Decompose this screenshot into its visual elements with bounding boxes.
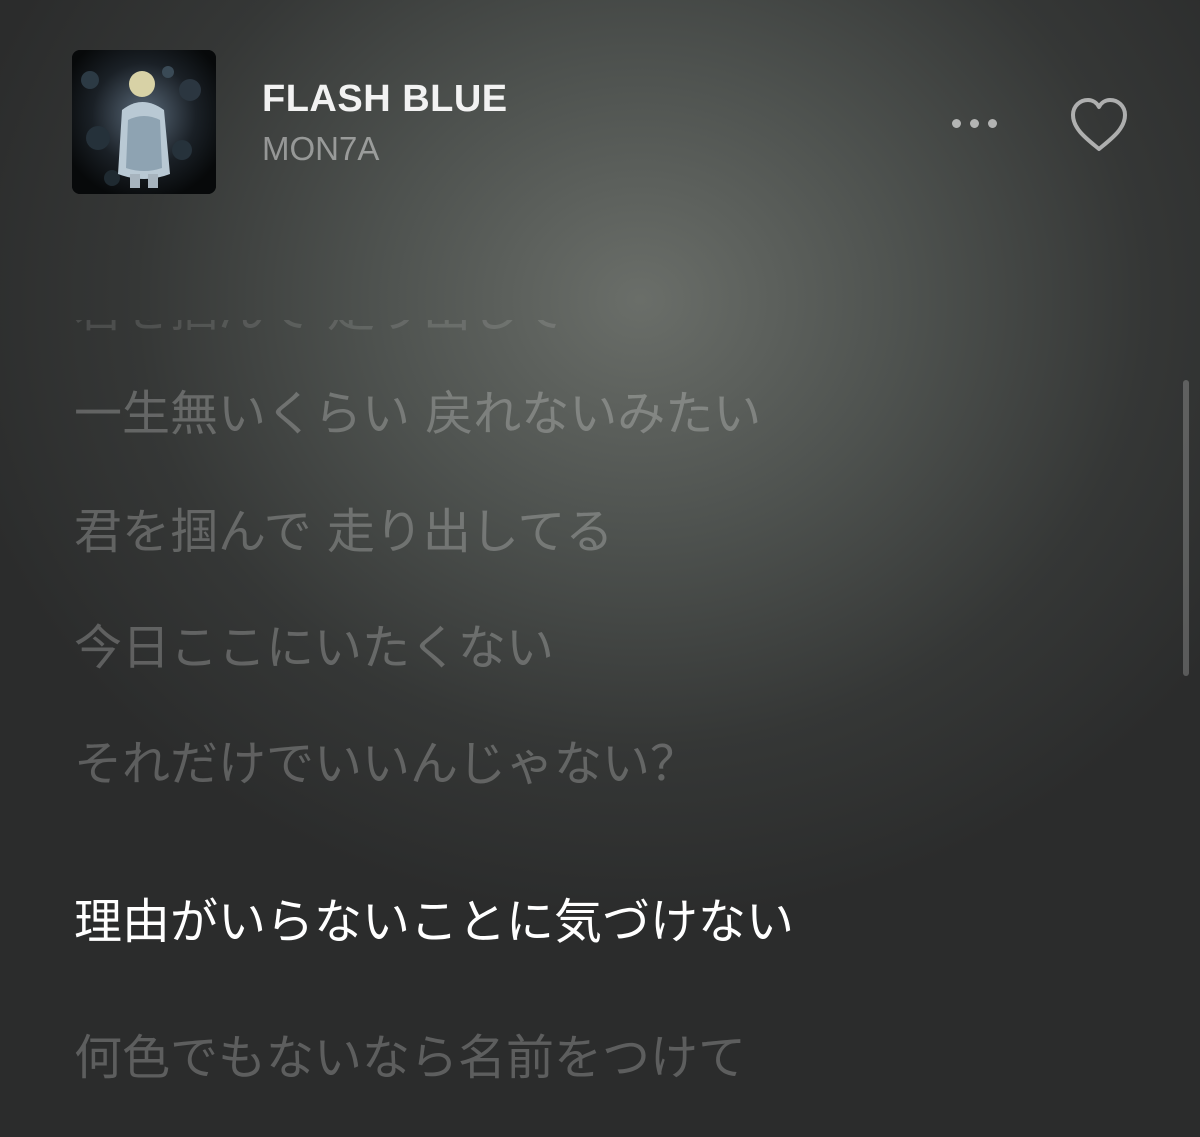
lyric-line[interactable]: 一生無いくらい 戻れないみたい [74,384,761,444]
lyric-line[interactable]: 今日ここにいたくない [74,618,554,678]
lyric-line[interactable]: 何色でもないなら名前をつけて [74,1028,746,1088]
lyrics-panel[interactable]: 君を掴んで 走り出して 一生無いくらい 戻れないみたい 君を掴んで 走り出してる… [0,240,1170,1137]
lyric-line[interactable]: 君を掴んで 走り出して [74,320,565,340]
lyric-line-current[interactable]: 理由がいらないことに気づけない [74,892,794,952]
track-artist[interactable]: MON7A [262,130,379,168]
album-artwork-image [72,50,216,194]
more-horizontal-icon [951,118,997,128]
lyric-line[interactable]: それだけでいいんじゃない？ [74,734,698,794]
album-artwork[interactable] [72,50,216,194]
lyric-line[interactable]: 君を掴んで 走り出してる [74,502,613,562]
lyrics-scrollbar[interactable] [1183,380,1189,676]
heart-outline-icon [1071,98,1127,151]
love-button[interactable] [1063,93,1135,155]
now-playing-header: FLASH BLUE MON7A [0,0,1200,240]
track-title: FLASH BLUE [262,78,508,120]
more-options-button[interactable] [935,100,1013,146]
